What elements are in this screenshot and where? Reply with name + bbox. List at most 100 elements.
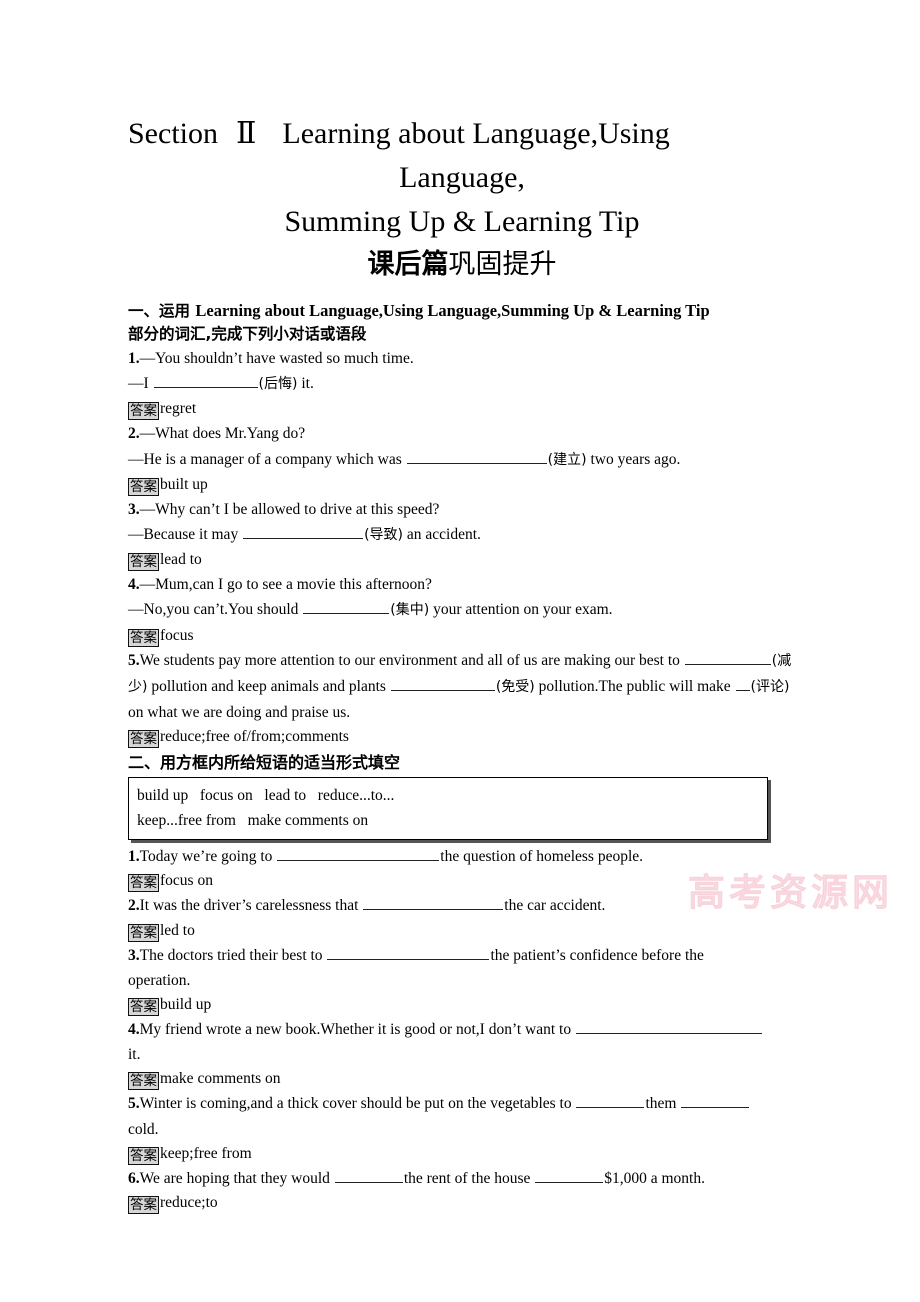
- section1-heading: 一、运用 Learning about Language,Using Langu…: [128, 300, 800, 322]
- answer-badge: 答案: [128, 923, 159, 942]
- s2-question-4-number: 4.: [128, 1021, 140, 1039]
- subtitle-bold: 课后篇: [367, 249, 449, 280]
- section1-heading-en: Learning about Language,Using Language,S…: [195, 301, 710, 320]
- title-line-1: Section Ⅱ Learning about Language,Using: [128, 112, 796, 156]
- answer-blank[interactable]: [681, 1093, 750, 1109]
- answer-text: reduce;to: [160, 1194, 218, 1212]
- answer-row-5: 答案 reduce;free of/from;comments: [128, 725, 800, 749]
- s2-question-5: 5.Winter is coming,and a thick cover sho…: [128, 1091, 800, 1116]
- question-2-number: 2.: [128, 425, 140, 443]
- answer-text: make comments on: [160, 1070, 281, 1088]
- question-2-line1: 2.—What does Mr.Yang do?: [128, 421, 800, 446]
- s2-question-3-post: the patient’s confidence before the: [490, 946, 704, 964]
- question-5-part-b: pollution and keep animals and plants: [147, 677, 390, 695]
- question-1-post: it.: [297, 375, 314, 393]
- question-4-pre: —No,you can’t.You should: [128, 601, 303, 619]
- answer-blank[interactable]: [575, 1019, 762, 1035]
- s2-answer-row-4: 答案 make comments on: [128, 1067, 800, 1091]
- question-5-part-a: We students pay more attention to our en…: [139, 651, 684, 669]
- subtitle-chinese: 课后篇巩固提升: [128, 246, 796, 284]
- question-3-text: —Why can’t I be allowed to drive at this…: [139, 500, 440, 518]
- s2-question-3: 3.The doctors tried their best to the pa…: [128, 943, 800, 968]
- answer-blank[interactable]: [684, 650, 771, 665]
- question-4-line1: 4.—Mum,can I go to see a movie this afte…: [128, 572, 800, 597]
- answer-badge: 答案: [128, 1072, 159, 1091]
- title-rest-1: Learning about Language,Using: [282, 117, 670, 150]
- s2-question-5-cont: cold.: [128, 1120, 159, 1138]
- word-bank-line-2: keep...free from make comments on: [137, 812, 369, 830]
- answer-blank[interactable]: [390, 676, 495, 691]
- answer-badge: 答案: [128, 553, 159, 572]
- answer-badge: 答案: [128, 1196, 159, 1215]
- s2-question-1-number: 1.: [128, 848, 140, 866]
- question-4-line2: —No,you can’t.You should (集中) your atten…: [128, 597, 800, 623]
- s2-question-3-cont: operation.: [128, 971, 191, 989]
- title-numeral: Ⅱ: [236, 117, 257, 150]
- question-5-part-c: pollution.The public will make: [534, 677, 735, 695]
- answer-badge: 答案: [128, 998, 159, 1017]
- question-3-line1: 3.—Why can’t I be allowed to drive at th…: [128, 497, 800, 522]
- question-1-number: 1.: [128, 350, 140, 367]
- title-line-3: Summing Up & Learning Tip: [284, 205, 640, 238]
- s2-answer-row-3: 答案 build up: [128, 993, 800, 1017]
- s2-question-6-pre: We are hoping that they would: [139, 1169, 334, 1187]
- section1-heading-prefix: 一、运用: [128, 302, 196, 320]
- answer-blank[interactable]: [406, 449, 547, 464]
- s2-question-5-pre: Winter is coming,and a thick cover shoul…: [139, 1095, 576, 1113]
- answer-text: keep;free from: [160, 1144, 252, 1162]
- question-2-pre: —He is a manager of a company which was: [128, 450, 406, 468]
- s2-answer-row-6: 答案 reduce;to: [128, 1191, 800, 1215]
- s2-question-4-cont: it.: [128, 1046, 141, 1064]
- s2-question-1: 1.Today we’re going to the question of h…: [128, 844, 800, 869]
- s2-answer-row-5: 答案 keep;free from: [128, 1142, 800, 1166]
- s2-question-5-mid: them: [645, 1095, 681, 1113]
- answer-blank[interactable]: [277, 846, 440, 862]
- title-line-2: Language,: [399, 161, 525, 194]
- answer-blank[interactable]: [153, 373, 258, 389]
- s2-question-1-pre: Today we’re going to: [139, 848, 277, 866]
- word-bank-line-1: build up focus on lead to reduce...to...: [137, 787, 395, 805]
- s2-question-2-number: 2.: [128, 897, 140, 915]
- content-body: 一、运用 Learning about Language,Using Langu…: [128, 300, 800, 1215]
- answer-text: reduce;free of/from;comments: [160, 728, 349, 746]
- question-3-line2: —Because it may (导致) an accident.: [128, 522, 800, 548]
- answer-blank[interactable]: [535, 1168, 604, 1183]
- answer-blank[interactable]: [735, 676, 750, 691]
- answer-text: regret: [160, 400, 197, 418]
- question-5-paragraph: 5.We students pay more attention to our …: [128, 648, 800, 726]
- word-bank-box: build up focus on lead to reduce...to...…: [128, 777, 768, 841]
- question-4-post: your attention on your exam.: [429, 601, 613, 619]
- answer-blank[interactable]: [576, 1093, 645, 1109]
- s2-question-5-number: 5.: [128, 1095, 140, 1113]
- question-1-line1: 1.—You shouldn’t have wasted so much tim…: [128, 346, 800, 371]
- s2-question-1-post: the question of homeless people.: [440, 848, 644, 866]
- answer-text: focus: [160, 626, 194, 644]
- answer-text: led to: [160, 921, 195, 939]
- question-5-part-d: on what we are doing and praise us.: [128, 704, 351, 722]
- answer-row-3: 答案 lead to: [128, 548, 800, 572]
- title-block: Section Ⅱ Learning about Language,Using La…: [128, 112, 796, 284]
- question-5-hint-2: (免受): [495, 678, 535, 695]
- answer-badge: 答案: [128, 628, 159, 647]
- s2-question-2: 2.It was the driver’s carelessness that …: [128, 893, 800, 918]
- answer-blank[interactable]: [363, 895, 504, 911]
- answer-blank[interactable]: [303, 599, 390, 615]
- question-1-hint: (后悔): [258, 376, 298, 393]
- question-2-line2: —He is a manager of a company which was …: [128, 447, 800, 473]
- s2-question-3-pre: The doctors tried their best to: [139, 946, 327, 964]
- question-3-number: 3.: [128, 500, 140, 518]
- answer-blank[interactable]: [334, 1168, 403, 1183]
- answer-blank[interactable]: [327, 945, 490, 960]
- question-3-pre: —Because it may: [128, 526, 243, 544]
- answer-badge: 答案: [128, 1146, 159, 1165]
- answer-text: focus on: [160, 872, 213, 890]
- answer-blank[interactable]: [243, 524, 364, 540]
- s2-question-6-mid: the rent of the house: [403, 1169, 535, 1187]
- s2-question-2-pre: It was the driver’s carelessness that: [139, 897, 363, 915]
- question-2-text: —What does Mr.Yang do?: [139, 425, 306, 443]
- answer-badge: 答案: [128, 730, 159, 749]
- s2-question-6-post: $1,000 a month.: [604, 1169, 705, 1187]
- question-1-pre: —I: [128, 375, 153, 393]
- answer-row-2: 答案 built up: [128, 473, 800, 497]
- section2-heading: 二、用方框内所给短语的适当形式填空: [128, 753, 401, 773]
